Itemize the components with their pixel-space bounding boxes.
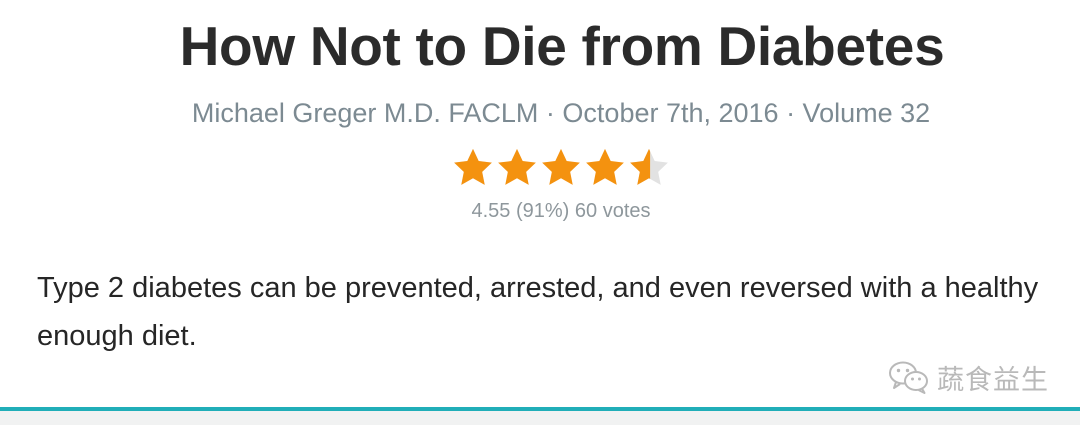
star-icon[interactable]: [539, 146, 583, 190]
byline: Michael Greger M.D. FACLM · October 7th,…: [191, 98, 931, 128]
star-icon[interactable]: [451, 146, 495, 190]
book-description: Type 2 diabetes can be prevented, arrest…: [37, 272, 1039, 352]
star-icon[interactable]: [495, 146, 539, 190]
watermark-text: 蔬食益生: [937, 364, 1049, 396]
star-half-icon[interactable]: [627, 146, 671, 190]
page-title: How Not to Die from Diabetes: [179, 15, 945, 77]
star-rating[interactable]: [451, 146, 671, 192]
rating-summary: 4.55 (91%) 60 votes: [471, 200, 651, 222]
next-section-background: [0, 411, 1080, 425]
wechat-icon: [889, 361, 928, 394]
watermark: 蔬食益生: [887, 357, 1049, 397]
star-icon[interactable]: [583, 146, 627, 190]
